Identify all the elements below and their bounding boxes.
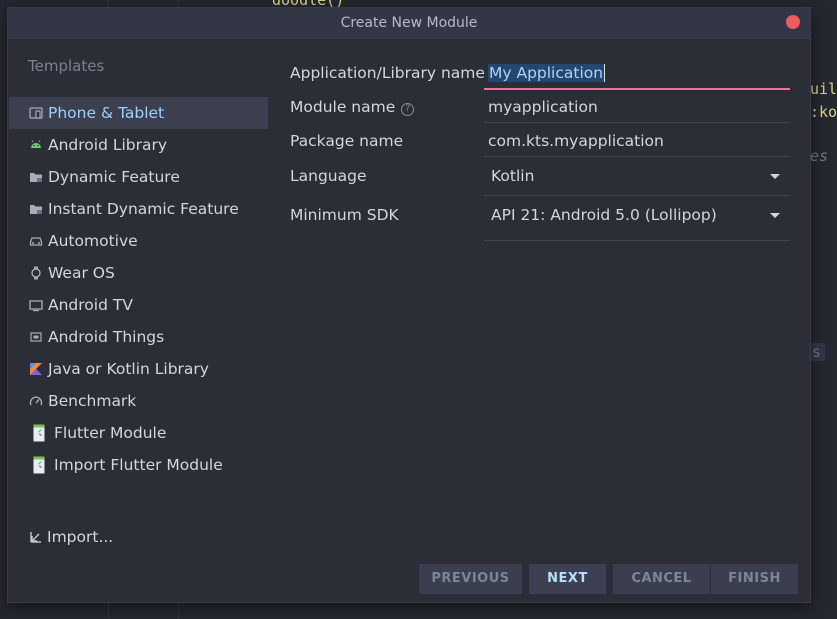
template-item-label: Instant Dynamic Feature — [48, 200, 239, 218]
min-sdk-row: Minimum SDK API 21: Android 5.0 (Lollipo… — [290, 200, 800, 241]
editor-code-text: es — [810, 147, 829, 165]
dialog-title: Create New Module — [340, 15, 478, 31]
language-select[interactable]: Kotlin — [484, 161, 790, 196]
kotlin-icon — [30, 363, 42, 375]
app-name-field[interactable]: My Application — [484, 58, 790, 90]
template-item-android-library[interactable]: Android Library — [9, 129, 268, 161]
template-item-benchmark[interactable]: Benchmark — [9, 385, 268, 417]
template-item-automotive[interactable]: Automotive — [9, 225, 268, 257]
import-link[interactable]: Import... — [28, 526, 113, 548]
template-item-label: Android TV — [48, 296, 133, 314]
import-label: Import... — [47, 528, 114, 546]
template-item-android-things[interactable]: Android Things — [9, 321, 268, 353]
module-name-label: Module name? — [290, 98, 415, 116]
min-sdk-select[interactable]: API 21: Android 5.0 (Lollipop) — [484, 200, 790, 241]
flutter-icon — [33, 424, 45, 442]
template-item-label: Android Things — [48, 328, 165, 346]
language-row: Language Kotlin — [290, 161, 800, 196]
finish-button[interactable]: FINISH — [711, 564, 798, 594]
module-name-value: myapplication — [488, 98, 598, 116]
phone-tablet-icon — [29, 107, 43, 119]
watch-icon — [31, 266, 41, 280]
package-name-field[interactable]: com.kts.myapplication — [484, 126, 790, 157]
previous-button[interactable]: PREVIOUS — [419, 564, 522, 594]
module-name-field[interactable]: myapplication — [484, 92, 790, 123]
template-item-label: Java or Kotlin Library — [48, 360, 209, 378]
language-label: Language — [290, 167, 367, 185]
next-button[interactable]: NEXT — [529, 564, 606, 594]
template-item-java-kotlin-library[interactable]: Java or Kotlin Library — [9, 353, 268, 385]
app-name-row: Application/Library name My Application — [290, 58, 800, 90]
app-name-value: My Application — [488, 64, 606, 82]
template-item-instant-dynamic-feature[interactable]: Instant Dynamic Feature — [9, 193, 268, 225]
package-name-row: Package name com.kts.myapplication — [290, 126, 800, 157]
template-item-phone-tablet[interactable]: Phone & Tablet — [9, 97, 268, 129]
template-item-android-tv[interactable]: Android TV — [9, 289, 268, 321]
close-button[interactable] — [786, 15, 800, 29]
templates-header: Templates — [28, 57, 105, 75]
template-list: Phone & Tablet Android Library Dynamic F… — [9, 97, 268, 481]
tv-icon — [29, 300, 43, 312]
editor-line-number: 3 — [125, 0, 133, 4]
template-item-label: Automotive — [48, 232, 138, 250]
package-name-value: com.kts.myapplication — [488, 132, 664, 150]
create-new-module-dialog: Create New Module Templates Phone & Tabl… — [7, 7, 811, 603]
editor-code-text: uild — [810, 80, 837, 98]
min-sdk-value: API 21: Android 5.0 (Lollipop) — [491, 206, 717, 224]
dialog-titlebar[interactable]: Create New Module — [8, 8, 810, 40]
android-icon — [31, 140, 41, 148]
template-item-label: Phone & Tablet — [48, 104, 165, 122]
help-icon[interactable]: ? — [401, 103, 415, 116]
cancel-button[interactable]: CANCEL — [613, 564, 710, 594]
editor-code-text: :ko — [810, 103, 837, 121]
module-name-label-text: Module name — [290, 98, 396, 116]
template-item-label: Android Library — [48, 136, 168, 154]
min-sdk-label: Minimum SDK — [290, 206, 399, 224]
chip-icon — [30, 332, 42, 342]
template-item-wear-os[interactable]: Wear OS — [9, 257, 268, 289]
chevron-down-icon — [770, 174, 780, 179]
gauge-icon — [29, 396, 43, 406]
template-item-flutter-module[interactable]: Flutter Module — [9, 417, 268, 449]
template-item-label: Wear OS — [48, 264, 115, 282]
import-arrow-icon — [30, 532, 41, 543]
template-item-label: Benchmark — [48, 392, 137, 410]
module-name-row: Module name? myapplication — [290, 92, 800, 123]
language-value: Kotlin — [491, 167, 535, 185]
chevron-down-icon — [770, 213, 780, 218]
template-item-import-flutter-module[interactable]: Import Flutter Module — [9, 449, 268, 481]
template-item-label: Dynamic Feature — [48, 168, 180, 186]
template-item-label: Flutter Module — [54, 424, 167, 442]
template-item-label: Import Flutter Module — [54, 456, 223, 474]
package-name-label: Package name — [290, 132, 404, 150]
folder-icon — [30, 173, 42, 182]
flutter-icon — [33, 456, 45, 474]
folder-icon — [30, 205, 42, 214]
car-icon — [29, 237, 43, 246]
template-item-dynamic-feature[interactable]: Dynamic Feature — [9, 161, 268, 193]
app-name-label: Application/Library name — [290, 64, 485, 82]
